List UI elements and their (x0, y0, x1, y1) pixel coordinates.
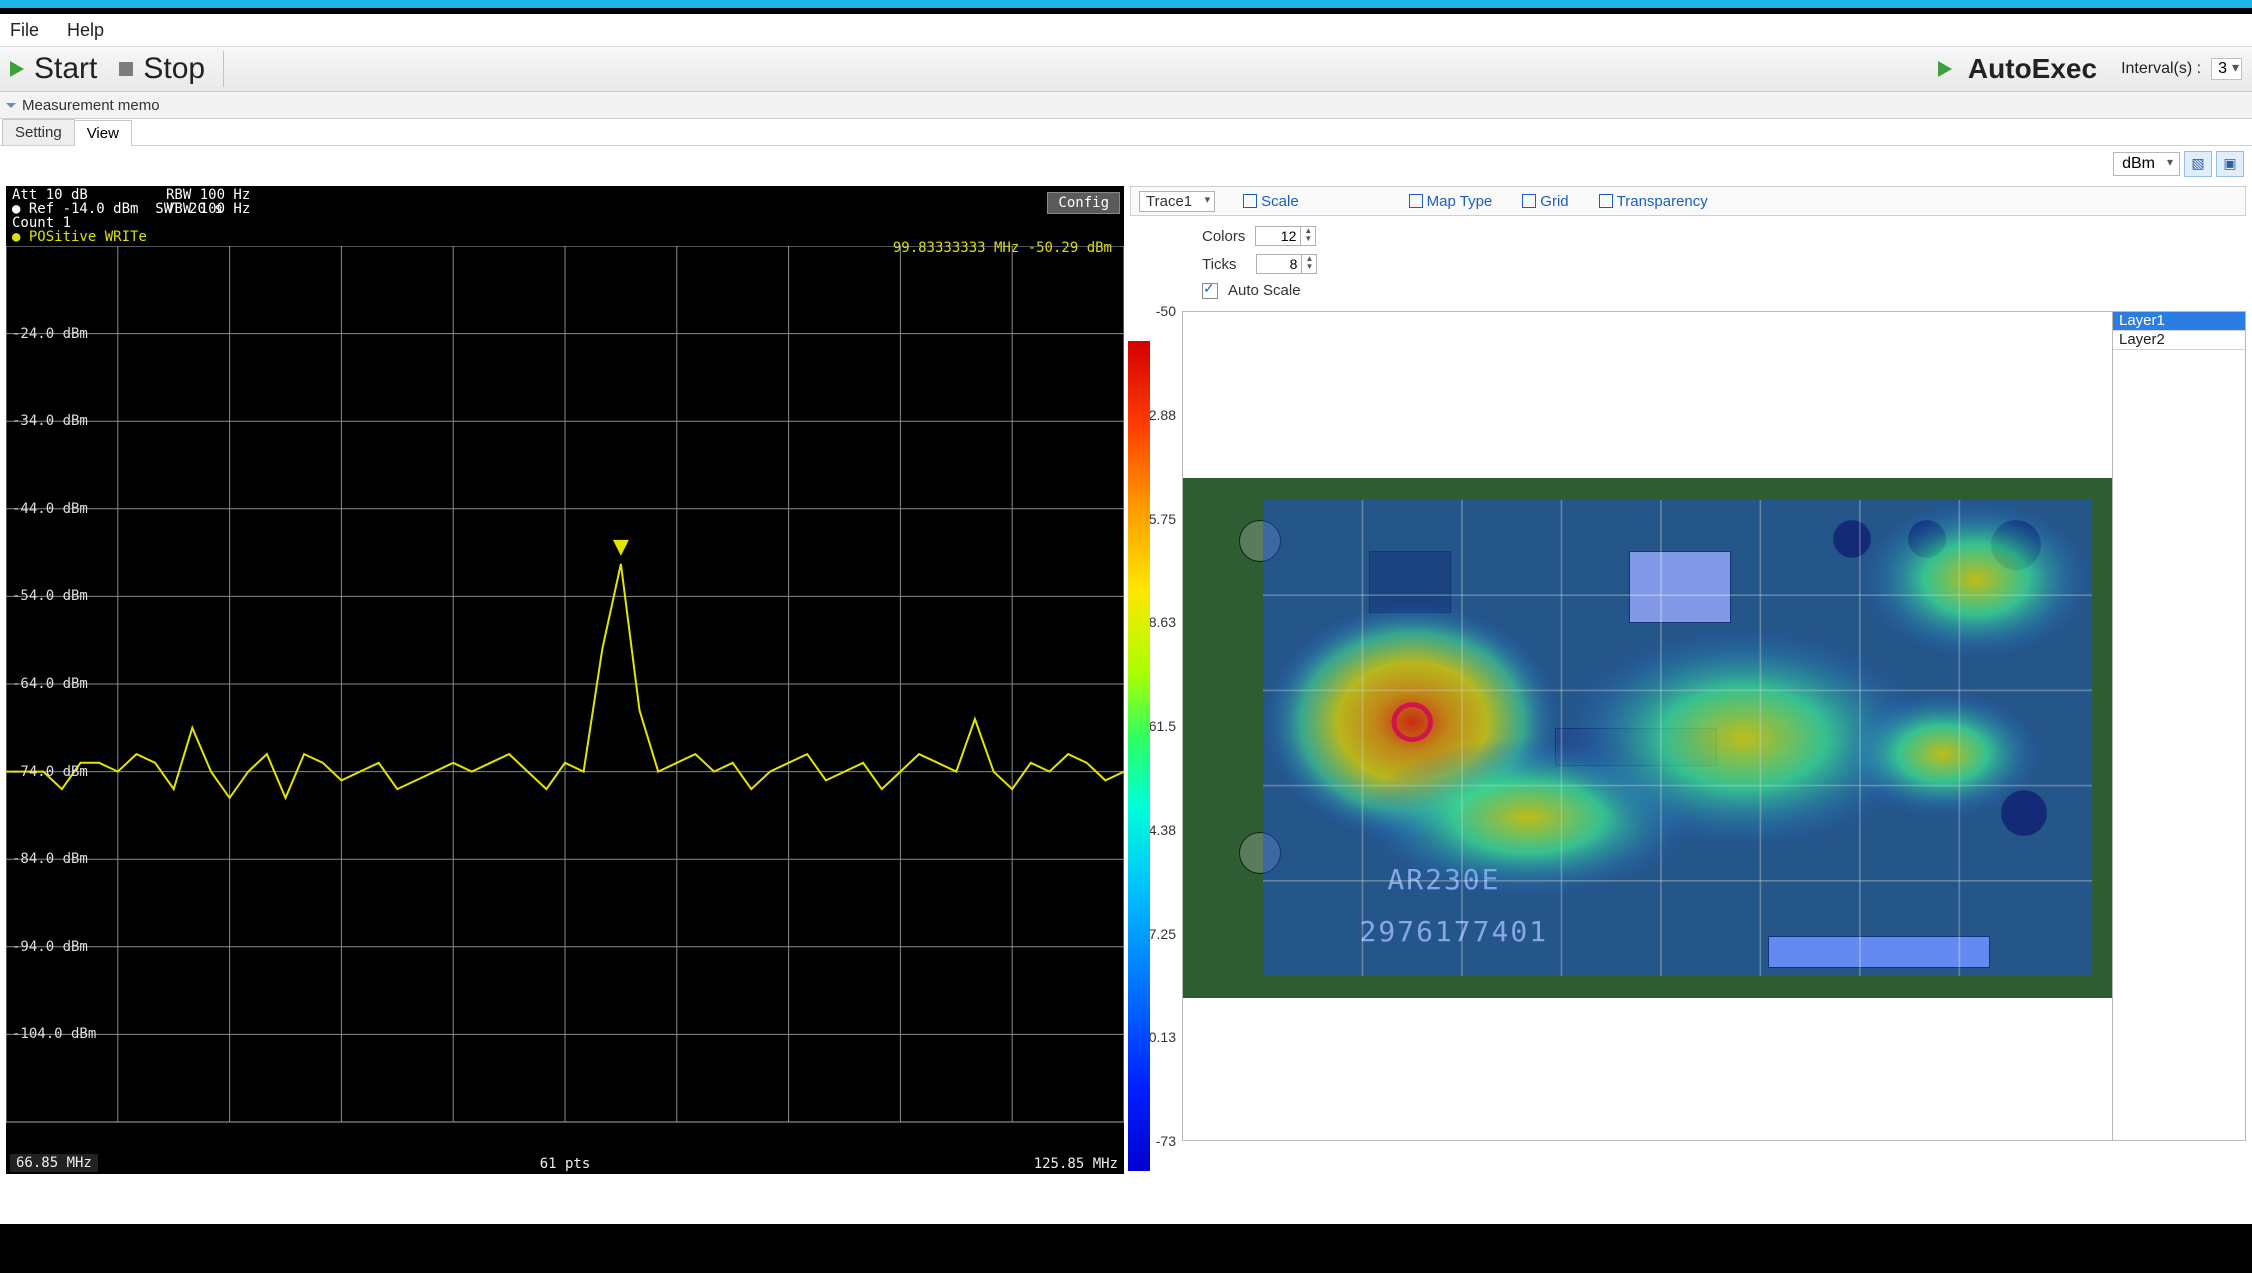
main-toolbar: Start Stop AutoExec Interval(s) : 3 (0, 47, 2252, 92)
layer-item[interactable]: Layer2 (2113, 331, 2245, 350)
ticks-label: Ticks (1202, 256, 1236, 273)
toggle-maptype[interactable]: Map Type (1409, 193, 1493, 210)
autoscale-label: Auto Scale (1228, 282, 1301, 299)
y-axis-label: -94.0 dBm (12, 939, 88, 955)
toggle-transparency[interactable]: Transparency (1599, 193, 1708, 210)
layer-list: Layer1 Layer2 (2113, 311, 2246, 1141)
y-axis-label: -34.0 dBm (12, 413, 88, 429)
toolbar-divider (223, 51, 224, 87)
interval-input[interactable]: 3 (2211, 58, 2242, 80)
stop-icon (119, 62, 133, 76)
interval-label: Interval(s) : (2121, 60, 2201, 78)
menu-file[interactable]: File (10, 20, 39, 41)
heat-overlay (1263, 500, 2092, 976)
spectrum-detector: ● POSitive WRITe (12, 230, 147, 245)
y-axis-label: -44.0 dBm (12, 501, 88, 517)
y-axis-label: -74.0 dBm (12, 764, 88, 780)
y-axis-label: -104.0 dBm (12, 1026, 96, 1042)
play-icon (1938, 61, 1952, 77)
toggle-scale[interactable]: Scale (1243, 193, 1299, 210)
unit-bar: dBm ▧ ▣ (2113, 150, 2244, 178)
start-button[interactable]: Start (34, 52, 97, 86)
y-axis-label: -84.0 dBm (12, 851, 88, 867)
spectrum-plot[interactable] (6, 246, 1124, 1144)
ticks-input[interactable]: ▲▼ (1256, 254, 1317, 274)
y-axis-label: -24.0 dBm (12, 326, 88, 342)
chevron-down-icon (6, 103, 16, 108)
trace-select[interactable]: Trace1 (1139, 191, 1215, 212)
autoexec-button[interactable]: AutoExec (1968, 53, 2097, 85)
y-axis-label: -64.0 dBm (12, 676, 88, 692)
menu-help[interactable]: Help (67, 20, 104, 41)
autoscale-checkbox[interactable] (1202, 283, 1218, 299)
play-icon (10, 61, 24, 77)
heatmap-view[interactable]: AR230E 2976177401 (1182, 311, 2113, 1141)
colors-input[interactable]: ▲▼ (1255, 226, 1316, 246)
layer-item[interactable]: Layer1 (2113, 312, 2245, 331)
map-settings: Colors ▲▼ Ticks ▲▼ Auto Scale (1130, 222, 2246, 303)
tab-view[interactable]: View (74, 120, 132, 146)
tab-setting[interactable]: Setting (2, 119, 75, 145)
menubar: File Help (0, 14, 2252, 47)
panel-tabs: Setting View (0, 119, 2252, 146)
memo-expander[interactable]: Measurement memo (0, 92, 2252, 119)
map-panel: Trace1 Scale Map Type Grid Transparency … (1130, 186, 2246, 1174)
colorbar (1128, 341, 1150, 1171)
unit-select[interactable]: dBm (2113, 152, 2180, 176)
window-accent-strip (0, 0, 2252, 8)
map-toolbar: Trace1 Scale Map Type Grid Transparency (1130, 186, 2246, 216)
colorbar-tick: -50 (1130, 303, 1176, 319)
spectrum-panel: Att 10 dB RBW 100 Hz ● Ref -14.0 dBm SWT… (6, 186, 1124, 1174)
unit-btn-a[interactable]: ▧ (2184, 151, 2212, 177)
unit-btn-b[interactable]: ▣ (2216, 151, 2244, 177)
toggle-grid[interactable]: Grid (1522, 193, 1568, 210)
config-button[interactable]: Config (1047, 192, 1120, 214)
pts-label: 61 pts (540, 1156, 591, 1172)
stop-freq: 125.85 MHz (1034, 1156, 1118, 1172)
colors-label: Colors (1202, 228, 1245, 245)
memo-label: Measurement memo (22, 97, 160, 114)
start-freq: 66.85 MHz (10, 1154, 98, 1172)
spectrum-vbw: VBW 100 Hz (166, 202, 250, 217)
y-axis-label: -54.0 dBm (12, 588, 88, 604)
stop-button[interactable]: Stop (143, 52, 205, 86)
